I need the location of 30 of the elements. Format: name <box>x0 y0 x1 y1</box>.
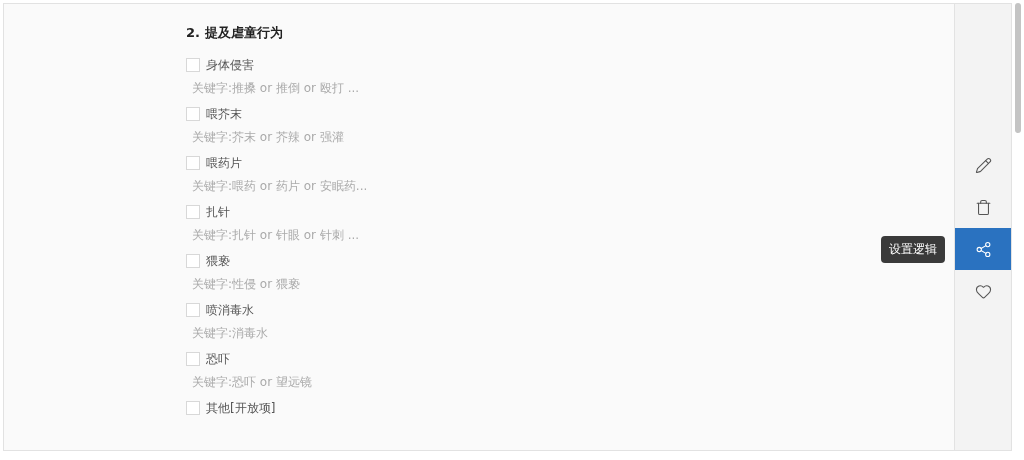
option-label: 喂芥末 <box>206 105 242 123</box>
option-label: 猥亵 <box>206 252 230 270</box>
option-label: 其他[开放项] <box>206 399 276 417</box>
keywords-text: 关键字:推搡 or 推倒 or 殴打 ... <box>192 80 361 96</box>
checkbox[interactable] <box>186 107 200 121</box>
keywords-text: 关键字:消毒水 <box>192 325 270 341</box>
question-title: 2. 提及虐童行为 <box>186 24 284 42</box>
scrollbar-thumb[interactable] <box>1015 3 1021 133</box>
option-label: 恐吓 <box>206 350 230 368</box>
keywords-text: 关键字:恐吓 or 望远镜 <box>192 374 313 390</box>
checkbox[interactable] <box>186 254 200 268</box>
checkbox[interactable] <box>186 352 200 366</box>
keywords-text: 关键字:喂药 or 药片 or 安眠药... <box>192 178 369 194</box>
checkbox[interactable] <box>186 401 200 415</box>
pencil-icon <box>974 156 992 174</box>
checkbox[interactable] <box>186 156 200 170</box>
keywords-text: 关键字:芥末 or 芥辣 or 强灌 <box>192 129 345 145</box>
checkbox[interactable] <box>186 58 200 72</box>
checkbox[interactable] <box>186 303 200 317</box>
trash-icon <box>974 198 992 216</box>
option-label: 喂药片 <box>206 154 242 172</box>
checkbox[interactable] <box>186 205 200 219</box>
keywords-text: 关键字:扎针 or 针眼 or 针刺 ... <box>192 227 361 243</box>
option-label: 喷消毒水 <box>206 301 254 319</box>
option-label: 身体侵害 <box>206 56 254 74</box>
option-label: 扎针 <box>206 203 230 221</box>
tooltip: 设置逻辑 <box>881 236 945 263</box>
heart-icon <box>974 282 992 300</box>
keywords-text: 关键字:性侵 or 猥亵 <box>192 276 301 292</box>
share-icon <box>974 240 992 258</box>
